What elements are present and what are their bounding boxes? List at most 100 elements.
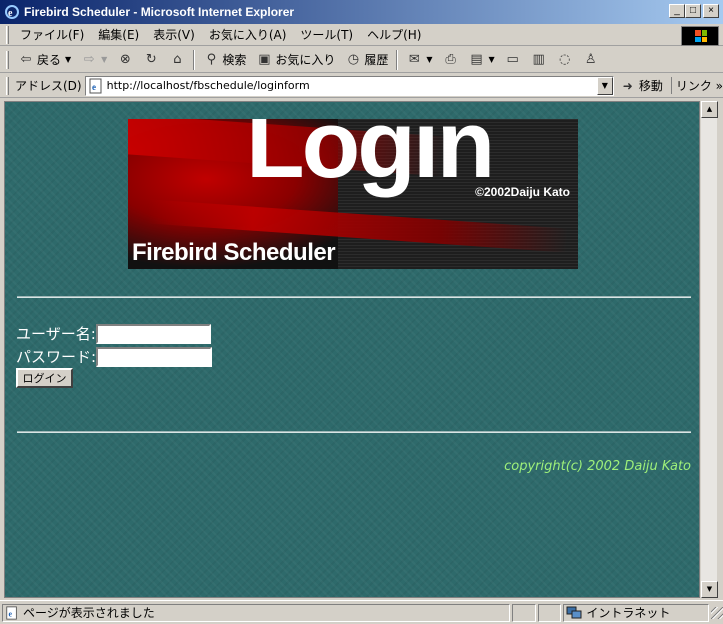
refresh-icon: ↻ — [145, 52, 157, 67]
bottom-divider — [17, 431, 691, 433]
banner-app-name: Firebird Scheduler — [132, 239, 336, 266]
back-arrow-icon: ⇦ — [20, 52, 32, 67]
history-icon: ◷ — [347, 52, 360, 67]
minimize-button[interactable]: _ — [669, 4, 685, 18]
svg-text:e: e — [92, 82, 96, 92]
status-bar: e ページが表示されました イントラネット — [0, 600, 723, 624]
address-grip[interactable] — [6, 76, 9, 95]
research-button[interactable]: ▥ — [526, 52, 552, 68]
go-arrow-icon: ➜ — [622, 78, 633, 93]
svg-text:e: e — [8, 8, 13, 19]
status-security-cell — [537, 603, 562, 622]
toolbar-separator — [193, 49, 196, 70]
menu-bar: ファイル(F) 編集(E) 表示(V) お気に入り(A) ツール(T) ヘルプ(… — [0, 24, 723, 46]
scroll-down-icon[interactable]: ▼ — [701, 581, 718, 598]
menu-view[interactable]: 表示(V) — [146, 26, 202, 43]
history-button[interactable]: ◷ 履歴 — [340, 51, 393, 68]
window-title: Firebird Scheduler - Microsoft Internet … — [24, 5, 295, 19]
footer-copyright: copyright(c) 2002 Daiju Kato — [504, 459, 691, 474]
search-button[interactable]: ⚲ 検索 — [198, 51, 251, 68]
chevron-down-icon[interactable]: ▼ — [65, 55, 71, 64]
messenger-icon: ♙ — [584, 52, 597, 67]
stop-icon: ⊗ — [119, 52, 131, 67]
forward-button[interactable]: ⇨ ▼ — [76, 52, 112, 68]
banner-copyright: ©2002Daiju Kato — [475, 185, 570, 199]
back-button[interactable]: ⇦ 戻る ▼ — [13, 51, 76, 68]
links-button[interactable]: リンク » — [670, 77, 723, 94]
home-button[interactable]: ⌂ — [164, 52, 190, 68]
chevron-down-icon[interactable]: ▼ — [489, 55, 495, 64]
document-icon: ▭ — [506, 52, 519, 67]
toolbar-grip[interactable] — [6, 50, 9, 69]
top-divider — [17, 296, 691, 298]
stop-button[interactable]: ⊗ — [112, 52, 138, 68]
go-button[interactable]: ➜ 移動 — [620, 77, 663, 94]
windows-flag-icon — [695, 30, 707, 42]
chevron-down-icon[interactable]: ▼ — [101, 55, 107, 64]
username-row: ユーザー名: — [16, 323, 211, 344]
scroll-up-icon[interactable]: ▲ — [701, 101, 718, 118]
ie-icon: e — [5, 5, 19, 19]
password-label: パスワード: — [16, 348, 97, 366]
svg-text:e: e — [9, 609, 13, 618]
username-input[interactable] — [95, 323, 211, 344]
refresh-button[interactable]: ↻ — [138, 52, 164, 68]
status-zone: イントラネット — [586, 606, 671, 620]
toolbar-separator — [396, 49, 399, 70]
banner-heading: Login — [246, 119, 495, 198]
print-icon: ⎙ — [445, 52, 456, 67]
go-label: 移動 — [638, 79, 663, 93]
status-message-panel: e ページが表示されました — [2, 603, 511, 622]
home-icon: ⌂ — [173, 52, 182, 67]
favorites-folder-icon: ▣ — [258, 52, 271, 67]
print-button[interactable]: ⎙ — [438, 52, 464, 68]
address-input[interactable] — [106, 79, 597, 92]
status-progress-cell — [512, 603, 536, 622]
login-banner: Login ©2002Daiju Kato Firebird Scheduler — [128, 119, 578, 269]
favorites-button[interactable]: ▣ お気に入り — [251, 51, 340, 68]
forward-arrow-icon: ⇨ — [83, 52, 95, 67]
address-label: アドレス(D) — [14, 79, 82, 93]
vertical-scrollbar[interactable]: ▲ ▼ — [700, 101, 718, 598]
standard-toolbar: ⇦ 戻る ▼ ⇨ ▼ ⊗ ↻ ⌂ ⚲ 検索 ▣ お気に入り ◷ 履歴 ✉ ▼ ⎙… — [0, 47, 723, 73]
edit-page-icon: ▤ — [470, 52, 483, 67]
login-button[interactable]: ログイン — [16, 368, 73, 388]
status-message: ページが表示されました — [23, 606, 155, 620]
title-bar: e Firebird Scheduler - Microsoft Interne… — [0, 0, 723, 24]
menu-favorites[interactable]: お気に入り(A) — [202, 26, 294, 43]
search-icon: ⚲ — [206, 52, 217, 67]
research-icon: ▥ — [532, 52, 545, 67]
menu-grip[interactable] — [6, 25, 9, 44]
status-zone-panel: イントラネット — [563, 603, 710, 622]
history-label: 履歴 — [364, 53, 389, 67]
resize-grip[interactable] — [711, 606, 723, 619]
address-dropdown-icon[interactable]: ▼ — [596, 76, 613, 95]
discuss-button[interactable]: ◌ — [552, 52, 578, 68]
back-label: 戻る — [37, 53, 62, 67]
address-bar: アドレス(D) e ▼ ➜ 移動 リンク » — [0, 74, 723, 98]
windows-logo — [681, 26, 719, 46]
page-icon: e — [89, 78, 102, 93]
favorites-label: お気に入り — [275, 53, 336, 67]
username-label: ユーザー名: — [16, 325, 96, 343]
chevron-down-icon[interactable]: ▼ — [426, 55, 432, 64]
discuss-icon: ◌ — [559, 52, 571, 67]
maximize-button[interactable]: □ — [685, 4, 701, 18]
menu-tools[interactable]: ツール(T) — [293, 26, 360, 43]
mail-button[interactable]: ✉ ▼ — [401, 52, 437, 68]
search-label: 検索 — [222, 53, 247, 67]
address-box[interactable]: e ▼ — [84, 75, 614, 96]
close-button[interactable]: × — [703, 4, 719, 18]
page-icon: e — [6, 605, 17, 620]
messenger-button[interactable]: ♙ — [578, 52, 604, 68]
window-controls: _ □ × — [669, 4, 719, 18]
document-button[interactable]: ▭ — [500, 52, 526, 68]
menu-help[interactable]: ヘルプ(H) — [360, 26, 428, 43]
menu-edit[interactable]: 編集(E) — [91, 26, 146, 43]
page-viewport: Login ©2002Daiju Kato Firebird Scheduler… — [4, 101, 700, 598]
menu-file[interactable]: ファイル(F) — [13, 26, 91, 43]
intranet-icon — [566, 606, 582, 618]
mail-icon: ✉ — [408, 52, 420, 67]
edit-button[interactable]: ▤ ▼ — [464, 52, 500, 68]
password-input[interactable] — [96, 346, 213, 367]
